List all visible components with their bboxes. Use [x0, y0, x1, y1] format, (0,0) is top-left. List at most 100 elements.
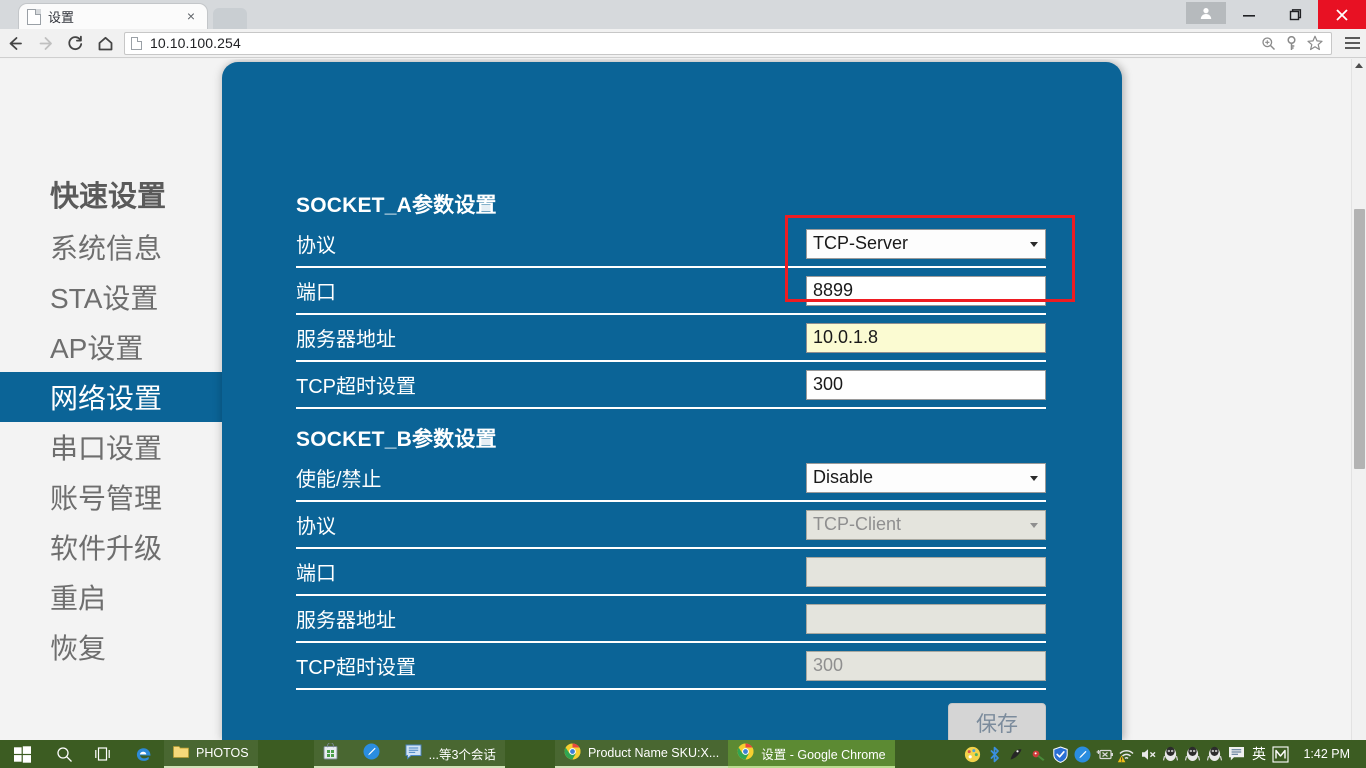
- store-icon: [323, 742, 338, 763]
- key-icon[interactable]: [1285, 35, 1298, 51]
- tab-title: 设置: [48, 10, 75, 25]
- sidebar-item-firmware-upgrade[interactable]: 软件升级: [0, 522, 222, 572]
- socket-a-protocol-select[interactable]: TCP-Server: [806, 228, 1046, 259]
- page-viewport: 快速设置 系统信息 STA设置 AP设置 网络设置 串口设置 账号管理 软件升级…: [0, 59, 1366, 740]
- taskbar-app-chat[interactable]: ...等3个会话: [395, 740, 505, 768]
- socket-b-server-address-input: [806, 603, 1046, 634]
- taskbar-app-notes[interactable]: [353, 740, 396, 768]
- sidebar-item-ap-settings[interactable]: AP设置: [0, 322, 222, 372]
- sidebar-item-serial-settings[interactable]: 串口设置: [0, 422, 222, 472]
- socket-a-title: SOCKET_A参数设置: [296, 194, 497, 217]
- taskbar-app-store[interactable]: [313, 740, 354, 768]
- reload-button[interactable]: [60, 29, 90, 58]
- select-value: TCP-Server: [813, 233, 909, 253]
- clock[interactable]: 1:42 PM: [1293, 747, 1358, 761]
- search-icon[interactable]: [44, 740, 84, 768]
- page-scrollbar[interactable]: [1351, 59, 1366, 740]
- menu-icon[interactable]: [1338, 29, 1366, 58]
- chevron-down-icon: [1030, 475, 1038, 481]
- save-button[interactable]: 保存: [948, 703, 1046, 740]
- bluetooth-icon[interactable]: [985, 745, 1004, 764]
- maximize-button[interactable]: [1272, 0, 1318, 29]
- qq-icon[interactable]: [1161, 745, 1180, 764]
- row-label: 服务器地址: [296, 610, 396, 632]
- avatar[interactable]: [1186, 2, 1226, 24]
- chrome-icon: [564, 743, 581, 763]
- input-value: 10.0.1.8: [813, 327, 879, 347]
- taskbar-app-label: PHOTOS: [196, 746, 249, 760]
- zoom-icon[interactable]: [1261, 36, 1276, 51]
- chrome-icon: [737, 743, 754, 763]
- row-label: 服务器地址: [296, 329, 396, 351]
- row-label: TCP超时设置: [296, 657, 416, 679]
- qq-icon[interactable]: [1205, 745, 1224, 764]
- page-icon: [131, 36, 142, 50]
- content-panel: SOCKET_A参数设置 协议 TCP-Server 端口 8899 服务器地址: [222, 62, 1122, 740]
- chat-bubble-icon: [405, 744, 422, 763]
- socket-a-tcp-timeout-input[interactable]: 300: [806, 369, 1046, 400]
- folder-icon: [173, 745, 189, 762]
- sidebar-item-system-info[interactable]: 系统信息: [0, 222, 222, 272]
- security-icon[interactable]: [1029, 745, 1048, 764]
- wifi-warning-icon[interactable]: [1117, 745, 1136, 764]
- back-button[interactable]: [0, 29, 30, 58]
- socket-a-server-address-input[interactable]: 10.0.1.8: [806, 322, 1046, 353]
- input-value: 300: [813, 374, 844, 394]
- chevron-down-icon: [1030, 522, 1038, 528]
- ime-icon[interactable]: 英: [1249, 745, 1268, 764]
- socket-b-port-input: [806, 556, 1046, 587]
- sidebar-item-account-management[interactable]: 账号管理: [0, 472, 222, 522]
- system-tray: 英 1:42 PM: [963, 740, 1366, 768]
- taskbar-pinned-photos[interactable]: PHOTOS: [164, 740, 258, 768]
- taskbar-app-label: Product Name SKU:X...: [587, 746, 720, 760]
- row-socket-b-protocol: 协议 TCP-Client: [296, 502, 1046, 549]
- input-value: 300: [813, 655, 844, 675]
- sidebar-brand: 快速设置: [50, 181, 167, 213]
- star-icon[interactable]: [1307, 35, 1323, 51]
- window-controls: [1186, 0, 1366, 29]
- chat-bubble-icon[interactable]: [1227, 745, 1246, 764]
- row-label: 使能/禁止: [296, 469, 382, 491]
- row-label: 端口: [296, 282, 336, 304]
- windows-logo-icon[interactable]: [0, 740, 44, 768]
- sidebar-item-sta-settings[interactable]: STA设置: [0, 272, 222, 322]
- taskbar-app-chrome-product[interactable]: Product Name SKU:X...: [554, 740, 729, 768]
- row-socket-b-enable: 使能/禁止 Disable: [296, 455, 1046, 502]
- new-tab-button[interactable]: [213, 8, 247, 29]
- minimize-button[interactable]: [1226, 0, 1272, 29]
- row-label: 端口: [296, 563, 336, 585]
- battery-icon[interactable]: [1095, 745, 1114, 764]
- home-button[interactable]: [90, 29, 120, 58]
- drop-icon[interactable]: [1073, 745, 1092, 764]
- settings-form: SOCKET_A参数设置 协议 TCP-Server 端口 8899 服务器地址: [296, 189, 1046, 740]
- palette-icon[interactable]: [963, 745, 982, 764]
- sidebar-item-restore[interactable]: 恢复: [0, 622, 222, 672]
- select-value: TCP-Client: [813, 514, 902, 534]
- close-button[interactable]: [1318, 0, 1366, 29]
- sidebar-item-network-settings[interactable]: 网络设置: [0, 372, 222, 422]
- scrollbar-thumb[interactable]: [1354, 209, 1365, 469]
- taskbar: PHOTOS ...等3个会话 Product Name SKU:X... 设置…: [0, 740, 1366, 768]
- taskbar-app-chrome-settings[interactable]: 设置 - Google Chrome: [728, 740, 895, 768]
- row-label: 协议: [296, 235, 336, 257]
- browser-toolbar: 10.10.100.254: [0, 29, 1366, 58]
- task-view-icon[interactable]: [84, 740, 124, 768]
- m-icon[interactable]: [1271, 745, 1290, 764]
- shield-icon[interactable]: [1051, 745, 1070, 764]
- taskbar-app-label: 设置 - Google Chrome: [761, 747, 886, 762]
- sidebar-item-restart[interactable]: 重启: [0, 572, 222, 622]
- input-value: 8899: [813, 280, 854, 300]
- qq-icon[interactable]: [1183, 745, 1202, 764]
- socket-a-port-input[interactable]: 8899: [806, 275, 1046, 306]
- row-label: TCP超时设置: [296, 376, 416, 398]
- volume-mute-icon[interactable]: [1139, 745, 1158, 764]
- mouse-icon[interactable]: [1007, 745, 1026, 764]
- edge-icon[interactable]: [124, 740, 164, 768]
- row-socket-b-port: 端口: [296, 549, 1046, 596]
- forward-button[interactable]: [30, 29, 60, 58]
- socket-b-enable-select[interactable]: Disable: [806, 462, 1046, 493]
- browser-tab[interactable]: 设置 ×: [18, 3, 208, 29]
- close-icon[interactable]: ×: [183, 8, 199, 25]
- scroll-up-icon[interactable]: [1355, 63, 1363, 68]
- address-bar[interactable]: 10.10.100.254: [124, 31, 1332, 55]
